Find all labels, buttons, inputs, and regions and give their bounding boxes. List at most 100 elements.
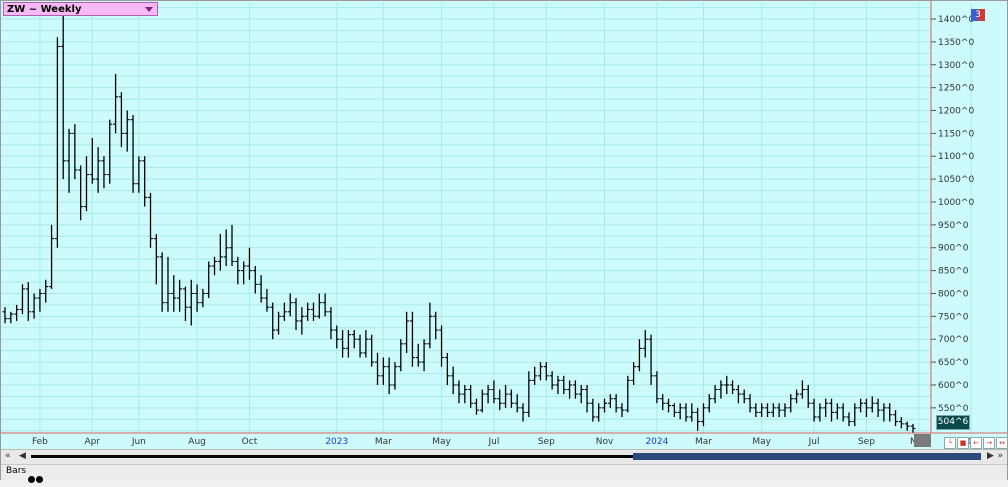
ohlc-bar (782, 403, 788, 417)
ohlc-bar (398, 339, 404, 372)
ohlc-bar (107, 119, 113, 184)
ohlc-bar (473, 398, 479, 415)
ohlc-bar (735, 384, 741, 404)
ohlc-bar (386, 357, 392, 395)
ohlc-bars (2, 9, 916, 433)
ohlc-bar (19, 284, 25, 315)
y-tick-label: 1100^0 (938, 152, 974, 162)
x-tick-label: 2024 (645, 437, 668, 447)
last-price-tag: 504^6 (936, 415, 970, 430)
nav-first-icon[interactable]: └ (944, 437, 956, 449)
ohlc-bar (753, 403, 759, 417)
ohlc-bar (759, 403, 765, 417)
scroll-right-icon[interactable]: ▶ (987, 451, 994, 461)
ohlc-bar (543, 362, 549, 381)
ohlc-bar (83, 156, 89, 212)
ohlc-bar (148, 192, 154, 248)
chart-settings-icon[interactable]: 3 (971, 9, 985, 21)
ohlc-bar (485, 384, 491, 404)
ohlc-bar (869, 396, 875, 413)
link-icon[interactable] (28, 468, 44, 487)
ohlc-bar (712, 384, 718, 404)
ohlc-bar (43, 279, 49, 303)
ohlc-bar (619, 403, 625, 417)
ohlc-bar (246, 247, 252, 280)
ohlc-bar (340, 330, 346, 358)
ohlc-bar (648, 334, 654, 385)
x-tick-label: Sep (858, 437, 875, 447)
ohlc-bar (182, 286, 188, 321)
ohlc-bar (375, 352, 381, 385)
ohlc-bar (450, 366, 456, 395)
x-tick-label: May (752, 437, 771, 447)
ohlc-bar (241, 261, 247, 285)
y-tick-label: 900^0 (938, 244, 969, 254)
y-tick-label: 1350^0 (938, 38, 974, 48)
scroll-left-icon[interactable]: ◀ (19, 451, 26, 461)
ohlc-bar (14, 304, 20, 321)
ohlc-bar (776, 403, 782, 417)
ohlc-bar (334, 325, 340, 349)
ohlc-bar (113, 73, 119, 134)
x-tick-label: Sep (538, 437, 555, 447)
y-tick-label: 1000^0 (938, 198, 974, 208)
nav-last-icon[interactable]: ↔ (996, 437, 1008, 449)
ohlc-bar (625, 375, 631, 413)
y-tick-label: 1400^0 (938, 15, 974, 25)
price-chart[interactable]: 1400^0 1350^0 1300^0 1250^0 1200^0 1150^0 1100… (1, 1, 1007, 479)
y-tick-label: 1300^0 (938, 61, 974, 71)
ohlc-bar (724, 375, 730, 395)
scroll-thumb[interactable] (633, 453, 981, 460)
x-tick-label: Feb (32, 437, 48, 447)
ohlc-bar (642, 330, 648, 358)
ohlc-bar (142, 156, 148, 207)
scroll-end-icon[interactable]: » (997, 451, 1003, 461)
ohlc-bar (462, 384, 468, 404)
y-tick-label: 1150^0 (938, 129, 974, 139)
grid-layer (1, 3, 972, 433)
y-tick-label: 1200^0 (938, 107, 974, 117)
ohlc-bar (130, 115, 136, 193)
x-tick-label: Nov (596, 437, 614, 447)
ohlc-bar (491, 380, 497, 404)
ohlc-bar (60, 9, 66, 180)
symbol-label: ZW ~ Weekly (7, 4, 82, 15)
ohlc-bar (124, 110, 130, 152)
ohlc-bar (636, 339, 642, 372)
ohlc-bar (834, 403, 840, 420)
ohlc-bar (194, 284, 200, 312)
ohlc-bar (508, 389, 514, 408)
ohlc-bar (898, 416, 904, 429)
ohlc-bar (456, 380, 462, 404)
nav-prev-icon[interactable]: ← (970, 437, 982, 449)
ohlc-bar (264, 288, 270, 312)
x-tick-label: May (432, 437, 451, 447)
scroll-start-icon[interactable]: « (5, 451, 11, 461)
ohlc-bar (858, 398, 864, 413)
y-tick-label: 850^0 (938, 267, 969, 277)
chart-window: 1400^0 1350^0 1300^0 1250^0 1200^0 1150^0 1100… (0, 0, 1008, 483)
ohlc-bar (532, 366, 538, 385)
y-tick-label: 550^0 (938, 404, 969, 414)
ohlc-bar (421, 339, 427, 372)
x-tick-label: Oct (242, 437, 258, 447)
chart-style-label: Bars (6, 466, 27, 476)
time-scrollbar[interactable]: « ◀ ▶ » (1, 449, 1007, 465)
y-tick-label: 1050^0 (938, 175, 974, 185)
ohlc-bar (526, 371, 532, 417)
ohlc-bar (811, 398, 817, 422)
x-tick-label: Jun (131, 437, 146, 447)
ohlc-bar (590, 398, 596, 422)
nav-box-icon[interactable]: ■ (957, 437, 969, 449)
ohlc-bar (95, 147, 101, 193)
ohlc-bar (316, 293, 322, 319)
ohlc-bar (276, 311, 282, 335)
x-axis: Feb Apr Jun Aug Oct 2023 Mar May Jul Sep Nov 2024 Ma… (1, 432, 1007, 447)
x-tick-label: Jul (487, 437, 499, 447)
y-tick-label: 600^0 (938, 381, 969, 391)
x-tick-label: Apr (85, 437, 101, 447)
symbol-selector[interactable]: ZW ~ Weekly (3, 2, 158, 16)
chevron-down-icon[interactable] (145, 7, 153, 12)
ohlc-bar (427, 302, 433, 349)
nav-next-icon[interactable]: → (983, 437, 995, 449)
